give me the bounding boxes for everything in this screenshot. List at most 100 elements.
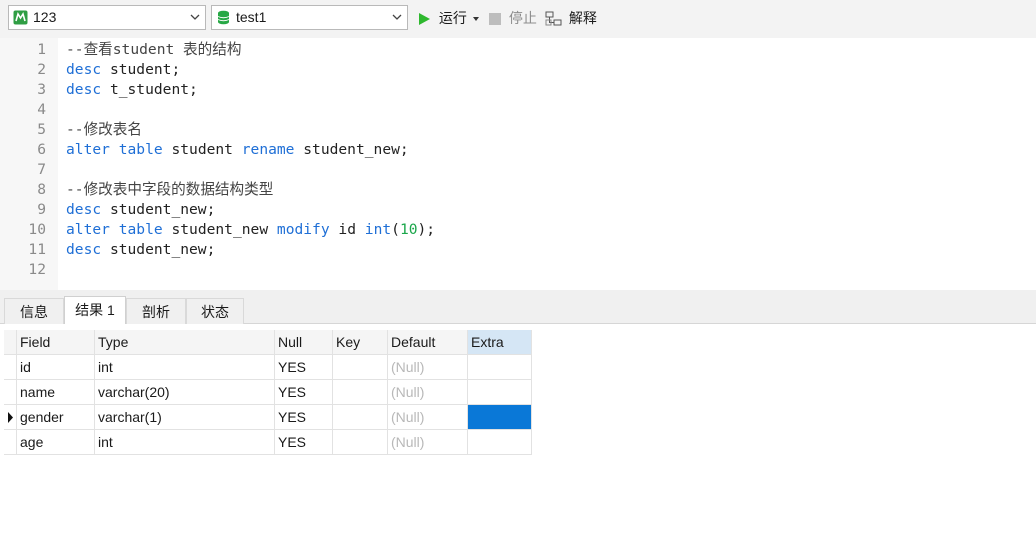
code-text: alter table student_new modify id int(10… bbox=[66, 220, 435, 240]
code-line: 7 bbox=[0, 160, 1036, 180]
code-line: 4 bbox=[0, 100, 1036, 120]
sql-comment: --查看student 表的结构 bbox=[66, 41, 242, 58]
row-indicator[interactable] bbox=[4, 380, 17, 405]
column-header-null[interactable]: Null bbox=[275, 330, 333, 355]
cell-type[interactable]: varchar(1) bbox=[95, 405, 275, 430]
code-line: 3 desc t_student; bbox=[0, 80, 1036, 100]
row-indicator[interactable] bbox=[4, 405, 17, 430]
sql-text: student_new bbox=[162, 221, 277, 238]
row-indicator[interactable] bbox=[4, 430, 17, 455]
grid-corner bbox=[4, 330, 17, 355]
sql-keyword: table bbox=[118, 141, 163, 158]
cell-extra[interactable] bbox=[468, 355, 532, 380]
tab-info[interactable]: 信息 bbox=[4, 298, 64, 324]
column-header-default[interactable]: Default bbox=[388, 330, 468, 355]
run-dropdown-button[interactable] bbox=[472, 8, 480, 28]
row-indicator[interactable] bbox=[4, 355, 17, 380]
line-number: 5 bbox=[37, 121, 46, 138]
stop-button[interactable]: 停止 bbox=[489, 8, 537, 28]
code-text: --修改表名 bbox=[66, 120, 142, 140]
cell-default[interactable]: (Null) bbox=[388, 405, 468, 430]
line-number: 9 bbox=[37, 201, 46, 218]
cell-key[interactable] bbox=[333, 430, 388, 455]
toolbar: 123 test1 运行 停止 解释 bbox=[0, 0, 1036, 38]
tab-result-1[interactable]: 结果 1 bbox=[64, 296, 126, 324]
tab-profile[interactable]: 剖析 bbox=[126, 298, 186, 324]
cell-null[interactable]: YES bbox=[275, 380, 333, 405]
sql-number: 10 bbox=[399, 221, 418, 238]
code-line: 2 desc student; bbox=[0, 60, 1036, 80]
sql-keyword: alter bbox=[66, 221, 110, 238]
cell-field[interactable]: age bbox=[17, 430, 95, 455]
connection-select[interactable]: 123 bbox=[8, 5, 206, 30]
current-row-arrow-icon bbox=[8, 412, 13, 423]
sql-keyword: modify bbox=[276, 221, 330, 238]
line-number: 11 bbox=[28, 241, 46, 258]
code-line: 8 --修改表中字段的数据结构类型 bbox=[0, 180, 1036, 200]
sql-keyword: alter bbox=[66, 141, 110, 158]
cell-key[interactable] bbox=[333, 405, 388, 430]
cell-default[interactable]: (Null) bbox=[388, 380, 468, 405]
sql-keyword: desc bbox=[66, 241, 102, 258]
line-number: 6 bbox=[37, 141, 46, 158]
stop-label: 停止 bbox=[508, 10, 537, 26]
cell-default[interactable]: (Null) bbox=[388, 355, 468, 380]
sql-text: id bbox=[329, 221, 365, 238]
cell-field[interactable]: gender bbox=[17, 405, 95, 430]
cell-null[interactable]: YES bbox=[275, 405, 333, 430]
sql-keyword: desc bbox=[66, 81, 102, 98]
sql-keyword: desc bbox=[66, 61, 102, 78]
line-number: 4 bbox=[37, 101, 46, 118]
column-header-extra[interactable]: Extra bbox=[468, 330, 532, 355]
sql-text: student_new; bbox=[294, 141, 409, 158]
line-number: 3 bbox=[37, 81, 46, 98]
code-text: desc student_new; bbox=[66, 240, 215, 260]
cell-extra[interactable] bbox=[468, 430, 532, 455]
database-icon bbox=[217, 10, 230, 25]
code-text: --修改表中字段的数据结构类型 bbox=[66, 180, 273, 200]
column-header-type[interactable]: Type bbox=[95, 330, 275, 355]
database-select[interactable]: test1 bbox=[211, 5, 408, 30]
sql-text: ); bbox=[417, 221, 436, 238]
cell-null[interactable]: YES bbox=[275, 355, 333, 380]
column-header-key[interactable]: Key bbox=[333, 330, 388, 355]
cell-extra[interactable] bbox=[468, 380, 532, 405]
line-number: 12 bbox=[28, 261, 46, 278]
cell-null[interactable]: YES bbox=[275, 430, 333, 455]
explain-button[interactable]: 解释 bbox=[545, 8, 597, 28]
sql-keyword: table bbox=[118, 221, 163, 238]
explain-icon bbox=[545, 11, 562, 26]
sql-text: student bbox=[162, 141, 242, 158]
tab-label: 信息 bbox=[20, 304, 48, 320]
sql-editor[interactable]: 1 --查看student 表的结构 2 desc student; 3 desc t_s… bbox=[0, 38, 1036, 290]
line-number: 2 bbox=[37, 61, 46, 78]
cell-key[interactable] bbox=[333, 380, 388, 405]
line-number: 1 bbox=[37, 41, 46, 58]
sql-comment: --修改表名 bbox=[66, 121, 142, 138]
code-text: desc t_student; bbox=[66, 80, 198, 100]
tab-status[interactable]: 状态 bbox=[186, 298, 244, 324]
code-line: 10 alter table student_new modify id int(… bbox=[0, 220, 1036, 240]
result-tabs: 信息 结果 1 剖析 状态 bbox=[0, 296, 1036, 324]
run-label: 运行 bbox=[438, 10, 467, 26]
cell-default[interactable]: (Null) bbox=[388, 430, 468, 455]
database-value: test1 bbox=[236, 9, 267, 25]
cell-field[interactable]: name bbox=[17, 380, 95, 405]
tab-label: 结果 1 bbox=[75, 302, 115, 318]
code-line: 1 --查看student 表的结构 bbox=[0, 40, 1036, 60]
run-button[interactable]: 运行 bbox=[418, 8, 467, 28]
cell-field[interactable]: id bbox=[17, 355, 95, 380]
cell-key[interactable] bbox=[333, 355, 388, 380]
cell-type[interactable]: int bbox=[95, 430, 275, 455]
sql-keyword: int bbox=[364, 221, 392, 238]
mysql-connection-icon bbox=[13, 10, 28, 25]
sql-text: student_new; bbox=[101, 241, 216, 258]
cell-type[interactable]: varchar(20) bbox=[95, 380, 275, 405]
tab-label: 剖析 bbox=[142, 304, 170, 320]
chevron-down-icon bbox=[392, 14, 402, 20]
code-line: 5 --修改表名 bbox=[0, 120, 1036, 140]
cell-extra[interactable] bbox=[468, 405, 532, 430]
sql-text: student_new; bbox=[101, 201, 216, 218]
cell-type[interactable]: int bbox=[95, 355, 275, 380]
column-header-field[interactable]: Field bbox=[17, 330, 95, 355]
